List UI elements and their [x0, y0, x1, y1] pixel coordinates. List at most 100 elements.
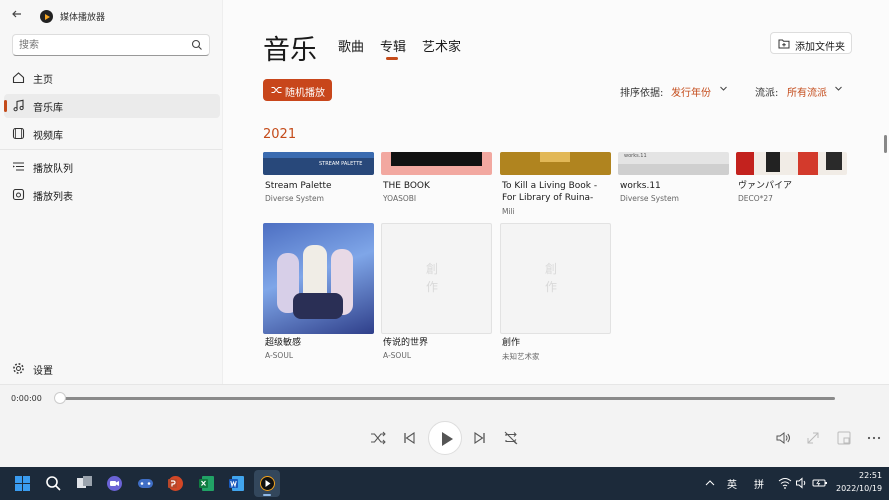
gear-icon [13, 363, 24, 374]
album-cover [500, 152, 611, 175]
sidebar-item-settings[interactable]: 设置 [4, 357, 220, 381]
tab-songs[interactable]: 歌曲 [338, 36, 364, 55]
album-title: 創作 [502, 338, 521, 348]
sort-by-label: 排序依据: [620, 88, 664, 99]
album-artist: Mili [502, 207, 515, 216]
placeholder-text: 創 [545, 262, 558, 276]
cover-art-shape [798, 152, 818, 175]
main-content: 音乐 歌曲 专辑 艺术家 添加文件夹 随机播放 排序依据: 发行年份 流派: 所… [222, 0, 889, 384]
next-icon[interactable] [472, 430, 488, 446]
sidebar: 主页 音乐库 视频库 播放队列 播放列表 设置 [0, 32, 222, 384]
shuffle-icon [271, 87, 282, 93]
cover-art-shape [391, 152, 482, 166]
album-title: Stream Palette [265, 181, 332, 191]
album-title: 超级敏感 [265, 338, 302, 348]
sidebar-item-label: 播放列表 [33, 192, 73, 203]
sidebar-item-play-queue[interactable]: 播放队列 [4, 155, 220, 179]
chevron-down-icon[interactable] [834, 84, 843, 93]
play-button[interactable] [428, 421, 462, 455]
search-icon[interactable] [191, 39, 203, 51]
active-tab-indicator [386, 57, 398, 60]
folder-add-icon [778, 39, 790, 49]
chevron-up-icon[interactable] [703, 476, 717, 490]
shuffle-label: 随机播放 [285, 88, 325, 99]
sort-by-dropdown[interactable]: 发行年份 [671, 84, 711, 99]
album-title: 传说的世界 [383, 338, 429, 348]
album-title: ヴァンパイア [738, 181, 793, 191]
powerpoint-icon[interactable] [167, 475, 184, 492]
ime-language-indicator[interactable]: 英 [727, 476, 737, 491]
search-box[interactable] [12, 34, 210, 56]
back-arrow-icon [12, 10, 21, 18]
seek-handle[interactable] [54, 392, 66, 404]
music-note-icon [13, 99, 24, 112]
settings-label: 设置 [33, 366, 53, 377]
placeholder-text: 作 [545, 280, 558, 294]
speaker-icon[interactable] [795, 476, 809, 490]
tab-albums[interactable]: 专辑 [380, 36, 406, 55]
add-folder-button[interactable]: 添加文件夹 [770, 32, 852, 54]
clock-date[interactable]: 2022/10/19 [836, 484, 882, 493]
genre-dropdown[interactable]: 所有流派 [787, 84, 827, 99]
elapsed-time: 0:00:00 [11, 394, 42, 403]
word-icon[interactable] [228, 475, 245, 492]
sidebar-item-home[interactable]: 主页 [4, 66, 220, 90]
cover-art-shape [766, 152, 780, 172]
year-header: 2021 [263, 127, 297, 142]
media-player-icon [260, 476, 275, 491]
app-logo-icon [40, 10, 53, 23]
volume-icon[interactable] [775, 430, 791, 446]
album-artist: Diverse System [620, 194, 679, 203]
cover-art-shape [736, 152, 754, 175]
play-icon [442, 432, 453, 446]
expand-icon[interactable] [805, 430, 821, 446]
album-title: To Kill a Living Book - For Library of R… [502, 181, 598, 203]
sidebar-divider [0, 149, 222, 150]
game-controller-icon[interactable] [137, 475, 154, 492]
ime-mode-indicator[interactable]: 拼 [754, 476, 764, 491]
seek-bar[interactable] [55, 397, 835, 400]
shuffle-icon[interactable] [370, 430, 386, 446]
sidebar-item-music-library[interactable]: 音乐库 [4, 94, 220, 118]
scrollbar-thumb[interactable] [884, 135, 887, 153]
excel-icon[interactable] [198, 475, 215, 492]
mini-player-icon[interactable] [836, 430, 852, 446]
media-player-taskbar-button[interactable] [254, 470, 280, 497]
album-cover [381, 152, 492, 175]
placeholder-text: 創 [426, 262, 439, 276]
shuffle-all-button[interactable]: 随机播放 [263, 79, 332, 101]
more-options-icon[interactable] [866, 430, 882, 446]
previous-icon[interactable] [401, 430, 417, 446]
windows-taskbar: 英 拼 22:51 2022/10/19 [0, 467, 889, 500]
cover-art-shape [618, 164, 729, 175]
album-cover: STREAM PALETTE [263, 152, 374, 175]
album-cover-placeholder: 創 作 [500, 223, 611, 334]
sidebar-item-label: 音乐库 [33, 103, 63, 114]
genre-label: 流派: [755, 88, 779, 99]
battery-icon[interactable] [812, 476, 828, 490]
chevron-down-icon[interactable] [719, 84, 728, 93]
task-view-icon[interactable] [76, 475, 93, 492]
playlist-icon [12, 188, 25, 201]
active-indicator [4, 100, 7, 112]
album-artist: YOASOBI [383, 194, 417, 203]
teams-chat-icon[interactable] [106, 475, 123, 492]
clock-time[interactable]: 22:51 [859, 471, 882, 480]
sidebar-item-playlists[interactable]: 播放列表 [4, 183, 220, 207]
player-bar: 0:00:00 [0, 384, 889, 467]
sidebar-item-video-library[interactable]: 视频库 [4, 122, 220, 146]
sidebar-item-label: 播放队列 [33, 164, 73, 175]
sidebar-item-label: 主页 [33, 75, 53, 86]
album-artist: 未知艺术家 [502, 352, 540, 361]
back-button[interactable] [8, 8, 26, 26]
search-input[interactable] [19, 37, 179, 53]
repeat-off-icon[interactable] [503, 430, 519, 446]
tab-artists[interactable]: 艺术家 [422, 36, 461, 55]
page-title: 音乐 [263, 35, 317, 66]
album-artist: A-SOUL [383, 351, 412, 360]
wifi-icon[interactable] [778, 476, 792, 490]
album-artist: A-SOUL [265, 351, 294, 360]
search-icon[interactable] [45, 475, 62, 492]
windows-start-icon[interactable] [14, 475, 31, 492]
album-artist: Diverse System [265, 194, 324, 203]
